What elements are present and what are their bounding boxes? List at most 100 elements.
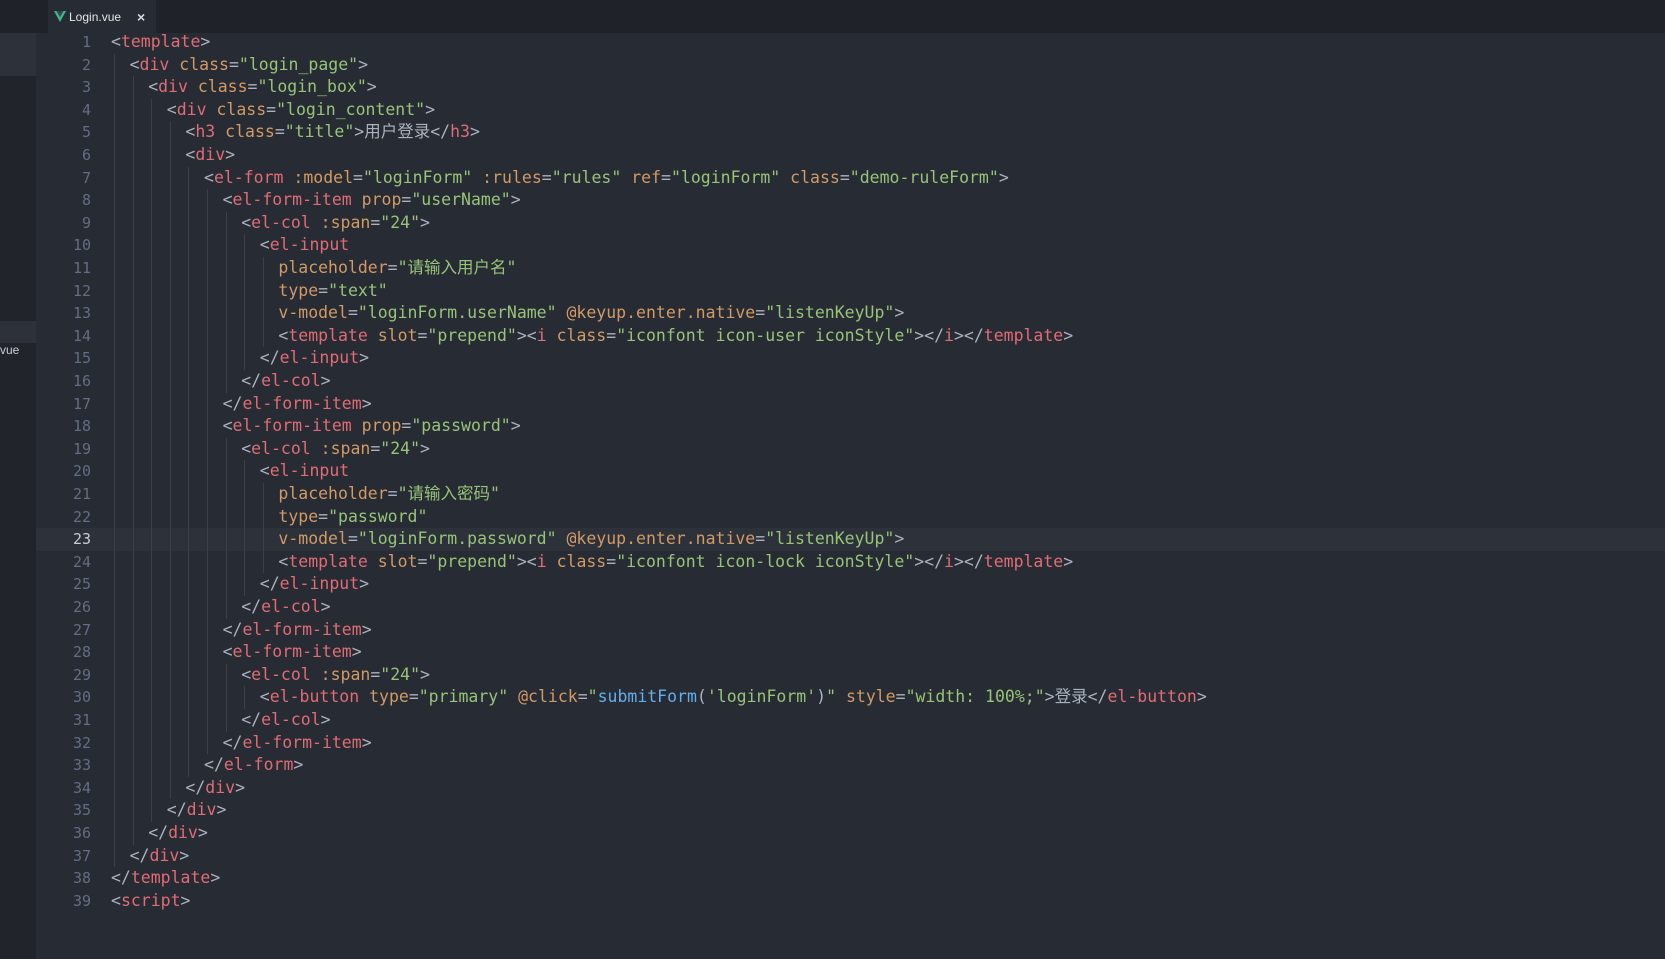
line-number: 28	[72, 643, 91, 662]
line-number: 20	[72, 462, 91, 481]
code-line[interactable]: 10 <el-input	[36, 234, 1665, 257]
code-editor[interactable]: 1 <template> 2 <div class="login_page"> 3 <di…	[36, 33, 1665, 959]
code-line[interactable]: 34 </div>	[36, 777, 1665, 800]
code-line[interactable]: 25 </el-input>	[36, 573, 1665, 596]
code-token: =	[228, 54, 239, 74]
code-line[interactable]: 33 </el-form>	[36, 754, 1665, 777]
code-line[interactable]: 28 <el-form-item>	[36, 641, 1665, 664]
code-line[interactable]: 5 <h3 class="title">用户登录</h3>	[36, 121, 1665, 144]
code-token: =	[661, 167, 671, 187]
line-number: 8	[81, 191, 91, 210]
code-token: "rules"	[551, 167, 622, 187]
sidebar-item-label[interactable]: vue	[0, 343, 19, 357]
code-token: =	[401, 190, 412, 210]
line-number: 18	[72, 417, 91, 436]
code-line[interactable]: 13 v-model="loginForm.userName" @keyup.en…	[36, 302, 1665, 325]
code-token: <	[111, 33, 121, 51]
code-token: "loginForm.password"	[357, 529, 557, 549]
code-line[interactable]: 8 <el-form-item prop="userName">	[36, 189, 1665, 212]
code-line[interactable]: 18 <el-form-item prop="password">	[36, 415, 1665, 438]
code-text: </div>	[167, 799, 227, 822]
code-line[interactable]: 20 <el-input	[36, 460, 1665, 483]
code-token: h3	[195, 122, 216, 142]
code-line[interactable]: 30 <el-button type="primary" @click="subm…	[36, 686, 1665, 709]
code-token: type	[278, 280, 319, 300]
code-line[interactable]: 7 <el-form :model="loginForm" :rules="rul…	[36, 167, 1665, 190]
code-text: type="password"	[278, 506, 427, 529]
code-token: @keyup.enter.native	[556, 529, 756, 549]
code-token: >	[351, 642, 362, 662]
code-token: class	[215, 122, 275, 142]
code-line[interactable]: 6 <div>	[36, 144, 1665, 167]
code-token: template	[983, 325, 1064, 345]
code-line[interactable]: 11 placeholder="请输入用户名"	[36, 257, 1665, 280]
code-token: el-form-item	[242, 619, 362, 639]
code-line[interactable]: 39 <script>	[36, 890, 1665, 913]
code-line[interactable]: 22 type="password"	[36, 506, 1665, 529]
code-token: submitForm	[597, 687, 697, 707]
code-text: <el-form :model="loginForm" :rules="rule…	[204, 167, 1009, 190]
code-token: el-col	[251, 438, 311, 458]
indent-guide	[132, 76, 134, 845]
sidebar-selected-item[interactable]	[0, 33, 36, 76]
code-line[interactable]: 36 </div>	[36, 822, 1665, 845]
code-token: el-form-item	[242, 732, 362, 752]
code-token: placeholder	[278, 484, 388, 503]
code-line[interactable]: 2 <div class="login_page">	[36, 54, 1665, 77]
close-icon[interactable]: ×	[137, 9, 145, 25]
code-line[interactable]: 21 placeholder="请输入密码"	[36, 483, 1665, 506]
code-token: "demo-ruleForm"	[849, 167, 999, 187]
code-line[interactable]: 37 </div>	[36, 845, 1665, 868]
code-token: :rules	[472, 167, 542, 187]
code-line[interactable]: 12 type="text"	[36, 280, 1665, 303]
code-line[interactable]: 15 </el-input>	[36, 347, 1665, 370]
code-line[interactable]: 24 <template slot="prepend"><i class="ico…	[36, 551, 1665, 574]
code-line[interactable]: 9 <el-col :span="24">	[36, 212, 1665, 235]
code-line[interactable]: 14 <template slot="prepend"><i class="ico…	[36, 325, 1665, 348]
code-line[interactable]: 26 </el-col>	[36, 596, 1665, 619]
code-token: 登录	[1054, 687, 1088, 707]
line-number: 25	[72, 575, 91, 594]
code-token: "prepend"	[427, 325, 517, 345]
line-number: 19	[72, 439, 91, 458]
code-token: "请输入密码"	[397, 484, 500, 503]
code-token: class	[780, 167, 840, 187]
code-token: type	[278, 506, 319, 526]
code-line[interactable]: 29 <el-col :span="24">	[36, 664, 1665, 687]
code-token: =	[895, 687, 906, 707]
code-token: placeholder	[278, 258, 388, 277]
code-line[interactable]: 16 </el-col>	[36, 370, 1665, 393]
code-token: >	[210, 868, 221, 888]
code-line[interactable]: 1 <template>	[36, 33, 1665, 54]
tab-bar: Login.vue ×	[0, 0, 1665, 33]
code-line[interactable]: 23 v-model="loginForm.password" @keyup.en…	[36, 528, 1665, 551]
code-line[interactable]: 35 </div>	[36, 799, 1665, 822]
indent-guide	[262, 257, 264, 348]
code-text: </div>	[185, 777, 245, 800]
code-token: </	[166, 800, 187, 820]
code-token: >	[420, 438, 430, 458]
code-token: el-input	[279, 348, 360, 368]
code-line[interactable]: 38 </template>	[36, 867, 1665, 890]
code-token: =	[387, 258, 398, 277]
code-text: </el-col>	[241, 709, 330, 732]
code-token: >	[358, 54, 369, 74]
code-line[interactable]: 19 <el-col :span="24">	[36, 438, 1665, 461]
code-line[interactable]: 3 <div class="login_box">	[36, 76, 1665, 99]
code-line[interactable]: 27 </el-form-item>	[36, 619, 1665, 642]
code-text: <div class="login_box">	[148, 76, 377, 99]
code-line[interactable]: 4 <div class="login_content">	[36, 99, 1665, 122]
code-text: <el-form-item prop="userName">	[223, 189, 521, 212]
indent-guide	[244, 234, 246, 370]
code-text: </div>	[130, 845, 190, 868]
line-number: 7	[81, 168, 91, 187]
code-line[interactable]: 32 </el-form-item>	[36, 732, 1665, 755]
code-text: <h3 class="title">用户登录</h3>	[185, 121, 480, 144]
sidebar-selected-item[interactable]	[0, 321, 36, 343]
code-line[interactable]: 31 </el-col>	[36, 709, 1665, 732]
code-token: =	[274, 122, 285, 142]
code-token: div	[149, 845, 180, 865]
code-line[interactable]: 17 </el-form-item>	[36, 393, 1665, 416]
tab-login-vue[interactable]: Login.vue ×	[48, 0, 156, 33]
code-token: "text"	[328, 280, 388, 300]
